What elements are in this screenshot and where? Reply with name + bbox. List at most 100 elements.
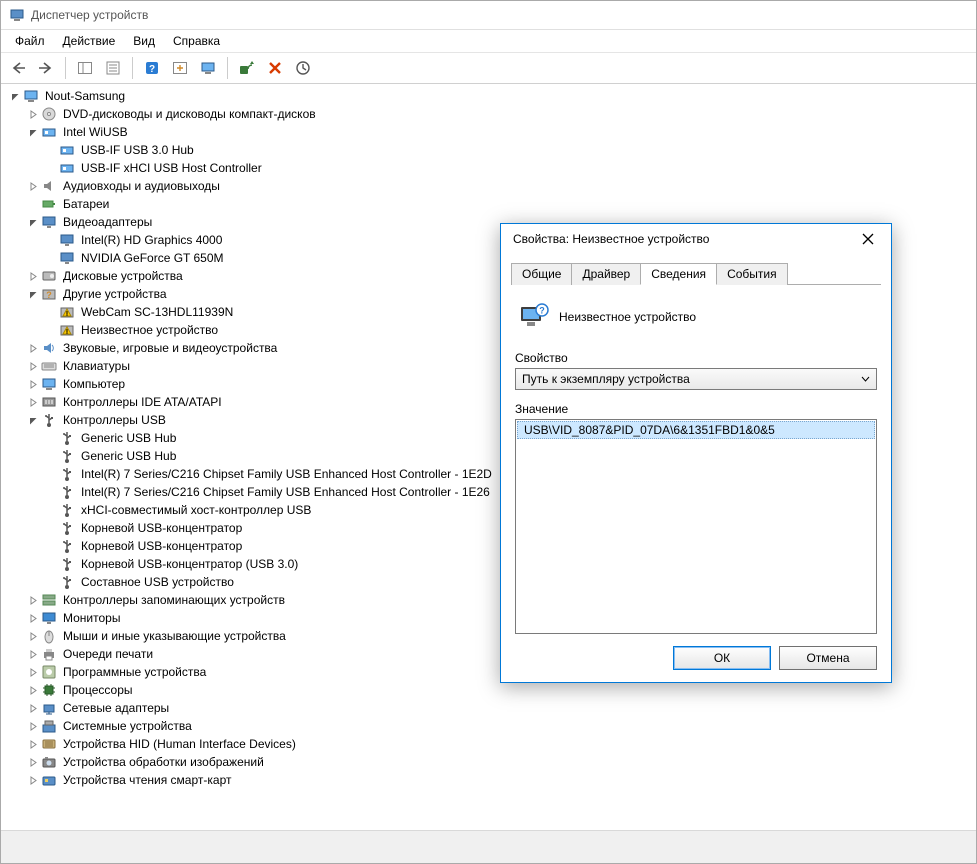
tree-node-label: Очереди печати <box>61 646 155 662</box>
system-icon <box>41 718 57 734</box>
expand-icon[interactable] <box>25 754 41 770</box>
titlebar: Диспетчер устройств <box>1 1 976 30</box>
dialog-title: Свойства: Неизвестное устройство <box>513 232 709 246</box>
action-button[interactable] <box>167 55 193 81</box>
computer-icon <box>23 88 39 104</box>
dialog-close-button[interactable] <box>851 228 885 250</box>
update-driver-button[interactable] <box>290 55 316 81</box>
disc-icon <box>41 106 57 122</box>
tree-spacer <box>43 466 59 482</box>
tree-node[interactable]: Системные устройства <box>3 717 972 735</box>
tree-spacer <box>43 430 59 446</box>
forward-button[interactable] <box>33 55 59 81</box>
usb-icon <box>59 430 75 446</box>
collapse-icon[interactable] <box>25 286 41 302</box>
expand-icon[interactable] <box>25 772 41 788</box>
expand-icon[interactable] <box>25 718 41 734</box>
value-item[interactable]: USB\VID_8087&PID_07DA\6&1351FBD1&0&5 <box>517 421 875 439</box>
tree-node[interactable]: Процессоры <box>3 681 972 699</box>
help-button[interactable]: ? <box>139 55 165 81</box>
network-icon <box>41 700 57 716</box>
collapse-icon[interactable] <box>25 412 41 428</box>
expand-icon[interactable] <box>25 610 41 626</box>
collapse-icon[interactable] <box>7 88 23 104</box>
tree-node-label: Составное USB устройство <box>79 574 236 590</box>
expand-icon[interactable] <box>25 646 41 662</box>
tree-spacer <box>43 574 59 590</box>
svg-text:?: ? <box>539 306 545 316</box>
usb-icon <box>41 412 57 428</box>
back-button[interactable] <box>5 55 31 81</box>
uninstall-button[interactable] <box>262 55 288 81</box>
expand-icon[interactable] <box>25 682 41 698</box>
tab-events[interactable]: События <box>716 263 788 285</box>
tab-details[interactable]: Сведения <box>640 263 717 285</box>
expand-icon[interactable] <box>25 340 41 356</box>
statusbar <box>1 830 976 863</box>
expand-icon[interactable] <box>25 106 41 122</box>
tree-node[interactable]: Intel WiUSB <box>3 123 972 141</box>
show-hide-tree-button[interactable] <box>72 55 98 81</box>
menu-view[interactable]: Вид <box>125 32 163 50</box>
scan-hardware-button[interactable] <box>234 55 260 81</box>
tree-node[interactable]: Устройства чтения смарт-карт <box>3 771 972 789</box>
expand-icon[interactable] <box>25 736 41 752</box>
monitor-button[interactable] <box>195 55 221 81</box>
menu-action[interactable]: Действие <box>55 32 124 50</box>
tree-node[interactable]: USB-IF xHCI USB Host Controller <box>3 159 972 177</box>
tree-node[interactable]: Сетевые адаптеры <box>3 699 972 717</box>
tree-spacer <box>43 250 59 266</box>
storagectl-icon <box>41 592 57 608</box>
tree-node-label: Сетевые адаптеры <box>61 700 171 716</box>
display-icon <box>59 250 75 266</box>
usb-icon <box>59 466 75 482</box>
properties-button[interactable] <box>100 55 126 81</box>
expand-icon[interactable] <box>25 664 41 680</box>
value-listbox[interactable]: USB\VID_8087&PID_07DA\6&1351FBD1&0&5 <box>515 419 877 634</box>
tree-node[interactable]: DVD-дисководы и дисководы компакт-дисков <box>3 105 972 123</box>
menu-file[interactable]: Файл <box>7 32 53 50</box>
device-icon <box>59 160 75 176</box>
device-icon <box>41 124 57 140</box>
tree-spacer <box>25 196 41 212</box>
expand-icon[interactable] <box>25 394 41 410</box>
device-header-row: ? Неизвестное устройство <box>517 301 877 333</box>
expand-icon[interactable] <box>25 700 41 716</box>
tree-node-label: Nout-Samsung <box>43 88 127 104</box>
tab-driver[interactable]: Драйвер <box>571 263 641 285</box>
tree-node-label: USB-IF xHCI USB Host Controller <box>79 160 264 176</box>
tree-spacer <box>43 142 59 158</box>
cancel-button[interactable]: Отмена <box>779 646 877 670</box>
usb-icon <box>59 448 75 464</box>
toolbar-separator <box>132 57 133 79</box>
collapse-icon[interactable] <box>25 214 41 230</box>
device-icon <box>59 142 75 158</box>
expand-icon[interactable] <box>25 592 41 608</box>
ok-button[interactable]: ОК <box>673 646 771 670</box>
imaging-icon <box>41 754 57 770</box>
menubar: Файл Действие Вид Справка <box>1 30 976 53</box>
tree-node-label: Intel(R) 7 Series/C216 Chipset Family US… <box>79 484 492 500</box>
tree-node[interactable]: Батареи <box>3 195 972 213</box>
cpu-icon <box>41 682 57 698</box>
expand-icon[interactable] <box>25 628 41 644</box>
dialog-titlebar: Свойства: Неизвестное устройство <box>501 224 891 254</box>
tab-general[interactable]: Общие <box>511 263 572 285</box>
expand-icon[interactable] <box>25 178 41 194</box>
tree-node-label: Мыши и иные указывающие устройства <box>61 628 288 644</box>
tree-node[interactable]: Устройства HID (Human Interface Devices) <box>3 735 972 753</box>
expand-icon[interactable] <box>25 268 41 284</box>
collapse-icon[interactable] <box>25 124 41 140</box>
tree-spacer <box>43 160 59 176</box>
tree-node[interactable]: Устройства обработки изображений <box>3 753 972 771</box>
battery-icon <box>41 196 57 212</box>
tree-spacer <box>43 556 59 572</box>
tree-node[interactable]: Аудиовходы и аудиовыходы <box>3 177 972 195</box>
tree-node[interactable]: Nout-Samsung <box>3 87 972 105</box>
expand-icon[interactable] <box>25 358 41 374</box>
menu-help[interactable]: Справка <box>165 32 228 50</box>
tree-node[interactable]: USB-IF USB 3.0 Hub <box>3 141 972 159</box>
tree-node-label: Generic USB Hub <box>79 448 178 464</box>
expand-icon[interactable] <box>25 376 41 392</box>
property-dropdown[interactable]: Путь к экземпляру устройства <box>515 368 877 390</box>
